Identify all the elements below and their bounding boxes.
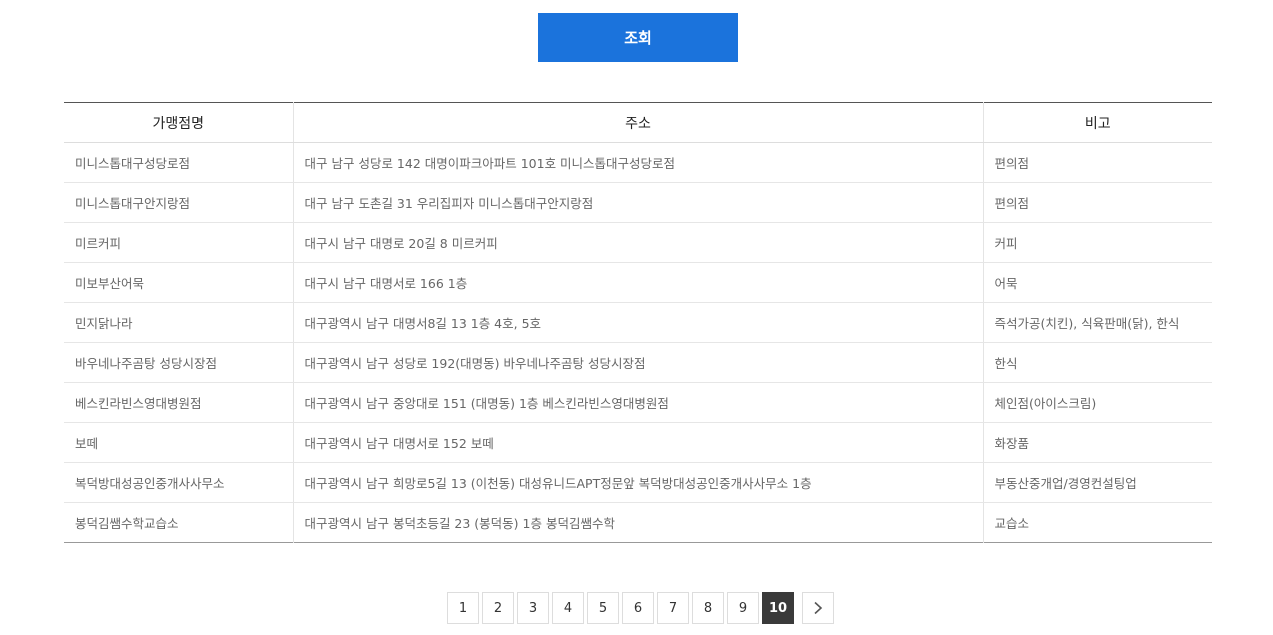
cell-store-name: 민지닭나라 [64, 302, 293, 343]
cell-address: 대구시 남구 대명서로 166 1층 [292, 262, 983, 303]
cell-store-name: 봉덕김쌤수학교습소 [75, 516, 179, 531]
search-button[interactable]: 조회 [538, 13, 738, 62]
table-row: 미보부산어묵 대구시 남구 대명서로 166 1층 어묵 [64, 262, 1212, 303]
cell-note: 화장품 [982, 422, 1212, 463]
table-row: 바우네나주곰탕 성당시장점 대구광역시 남구 성당로 192(대명동) 바우네나주… [64, 342, 1212, 383]
table-row: 미니스톱대구안지랑점 대구 남구 도촌길 31 우리집피자 미니스톱대구안지랑점 편… [64, 182, 1212, 223]
page-link-2[interactable]: 2 [482, 592, 514, 624]
next-page-button[interactable] [802, 592, 834, 624]
table-row: 민지닭나라 대구광역시 남구 대명서8길 13 1층 4호, 5호 즉석가공(치킨)… [64, 302, 1212, 343]
cell-store-name: 미니스톱대구안지랑점 [64, 182, 293, 223]
page-link-9[interactable]: 9 [727, 592, 759, 624]
cell-address: 대구 남구 성당로 142 대명이파크아파트 101호 미니스톱대구성당로점 [292, 142, 983, 183]
table-row: 베스킨라빈스영대병원점 대구광역시 남구 중앙대로 151 (대명동) 1층 베스… [64, 382, 1212, 423]
page: 조회 가맹점명 주소 비고 미니스톱대구성당로점 대구 남구 성당로 142 대명… [0, 0, 1273, 635]
page-link-8[interactable]: 8 [692, 592, 724, 624]
cell-note: 교습소 [982, 502, 1212, 543]
column-header-address: 주소 [292, 102, 983, 143]
cell-store-name: 베스킨라빈스영대병원점 [64, 382, 293, 423]
cell-address: 대구시 남구 대명로 20길 8 미르커피 [292, 222, 983, 263]
table-row: 미니스톱대구성당로점 대구 남구 성당로 142 대명이파크아파트 101호 미니… [64, 142, 1212, 183]
cell-address: 대구광역시 남구 대명서로 152 보떼 [292, 422, 983, 463]
cell-note: 편의점 [982, 142, 1212, 183]
cell-address: 대구광역시 남구 봉덕초등길 23 (봉덕동) 1층 봉덕김쌤수학 [292, 502, 983, 543]
cell-store-name: 보떼 [64, 422, 293, 463]
cell-note: 한식 [982, 342, 1212, 383]
table-row: 미르커피 대구시 남구 대명로 20길 8 미르커피 커피 [64, 222, 1212, 263]
pagination: 1 2 3 4 5 6 7 8 9 10 [447, 592, 834, 624]
cell-store-name: 복덕방대성공인중개사사무소 [64, 462, 293, 503]
cell-address: 대구광역시 남구 중앙대로 151 (대명동) 1층 베스킨라빈스영대병원점 [292, 382, 983, 423]
cell-note: 체인점(아이스크림) [982, 382, 1212, 423]
table-row: 봉덕김쌤수학교습소 대구광역시 남구 봉덕초등길 23 (봉덕동) 1층 봉덕김쌤… [64, 502, 1212, 543]
column-header-store-name: 가맹점명 [64, 102, 293, 143]
table-row: 보떼 대구광역시 남구 대명서로 152 보떼 화장품 [64, 422, 1212, 463]
page-link-7[interactable]: 7 [657, 592, 689, 624]
cell-store-name: 바우네나주곰탕 성당시장점 [64, 342, 293, 383]
cell-note: 어묵 [982, 262, 1212, 303]
store-table: 가맹점명 주소 비고 미니스톱대구성당로점 대구 남구 성당로 142 대명이파크… [64, 102, 1212, 543]
cell-note: 커피 [982, 222, 1212, 263]
cell-address: 대구광역시 남구 희망로5길 13 (이천동) 대성유니드APT정문앞 복덕방대… [292, 462, 983, 503]
cell-note: 편의점 [982, 182, 1212, 223]
cell-store-name: 미보부산어묵 [64, 262, 293, 303]
cell-store-name: 미르커피 [64, 222, 293, 263]
page-link-3[interactable]: 3 [517, 592, 549, 624]
page-link-4[interactable]: 4 [552, 592, 584, 624]
cell-note: 즉석가공(치킨), 식육판매(닭), 한식 [982, 302, 1212, 343]
cell-store-name: 미니스톱대구성당로점 [64, 142, 293, 183]
cell-address: 대구광역시 남구 대명서8길 13 1층 4호, 5호 [292, 302, 983, 343]
cell-address: 대구광역시 남구 성당로 192(대명동) 바우네나주곰탕 성당시장점 [292, 342, 983, 383]
column-header-note: 비고 [982, 102, 1212, 143]
table-body: 미니스톱대구성당로점 대구 남구 성당로 142 대명이파크아파트 101호 미니… [64, 142, 1212, 543]
table-header-row: 가맹점명 주소 비고 [64, 102, 1212, 143]
page-link-5[interactable]: 5 [587, 592, 619, 624]
cell-address: 대구 남구 도촌길 31 우리집피자 미니스톱대구안지랑점 [292, 182, 983, 223]
page-link-1[interactable]: 1 [447, 592, 479, 624]
table-row: 복덕방대성공인중개사사무소 대구광역시 남구 희망로5길 13 (이천동) 대성유… [64, 462, 1212, 503]
page-link-10[interactable]: 10 [762, 592, 794, 624]
page-link-6[interactable]: 6 [622, 592, 654, 624]
cell-note: 부동산중개업/경영컨설팅업 [982, 462, 1212, 503]
chevron-right-icon [813, 601, 823, 615]
